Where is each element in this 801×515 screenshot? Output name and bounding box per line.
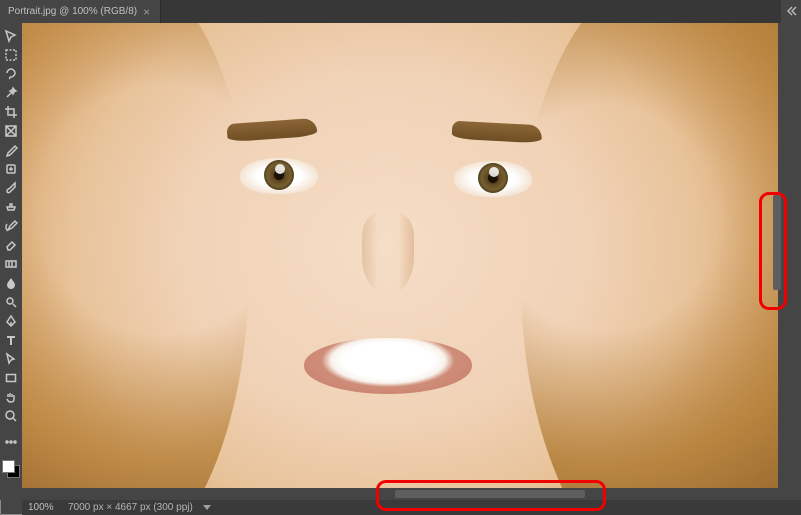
frame-tool[interactable] (2, 122, 20, 140)
eraser-tool[interactable] (2, 236, 20, 254)
type-tool[interactable] (2, 331, 20, 349)
rectangle-tool[interactable] (2, 369, 20, 387)
expand-panels-icon[interactable] (785, 5, 797, 17)
document-tab-portrait[interactable]: Portrait.jpg @ 100% (RGB/8) × (0, 0, 161, 23)
lasso-tool[interactable] (2, 65, 20, 83)
clone-stamp-tool[interactable] (2, 198, 20, 216)
document-info: 7000 px × 4667 px (300 ppj) (68, 502, 193, 513)
status-bar: 100% 7000 px × 4667 px (300 ppj) (22, 500, 801, 515)
history-brush-tool[interactable] (2, 217, 20, 235)
healing-brush-tool[interactable] (2, 160, 20, 178)
tab-title: Portrait.jpg @ 100% (RGB/8) (8, 6, 137, 17)
eyedropper-tool[interactable] (2, 141, 20, 159)
doc-info-menu-icon[interactable] (203, 505, 211, 510)
gradient-tool[interactable] (2, 255, 20, 273)
crop-tool[interactable] (2, 103, 20, 121)
pen-tool[interactable] (2, 312, 20, 330)
move-tool[interactable] (2, 27, 20, 45)
close-icon[interactable]: × (143, 6, 150, 18)
zoom-tool[interactable] (2, 407, 20, 425)
brush-tool[interactable] (2, 179, 20, 197)
hand-tool[interactable] (2, 388, 20, 406)
blur-tool[interactable] (2, 274, 20, 292)
tools-panel (0, 23, 22, 500)
vertical-scrollbar-thumb[interactable] (773, 195, 781, 290)
edit-toolbar-icon[interactable] (2, 433, 20, 451)
foreground-color-swatch[interactable] (2, 460, 15, 473)
horizontal-scrollbar-thumb[interactable] (395, 490, 585, 498)
collapsed-panels-strip (781, 0, 801, 515)
zoom-level-field[interactable]: 100% (28, 502, 60, 513)
document-tab-bar: Portrait.jpg @ 100% (RGB/8) × (0, 0, 801, 23)
magic-wand-tool[interactable] (2, 84, 20, 102)
canvas-image-portrait (22, 23, 778, 488)
color-swatches[interactable] (2, 460, 20, 478)
document-canvas[interactable] (22, 23, 778, 488)
marquee-tool[interactable] (2, 46, 20, 64)
dodge-tool[interactable] (2, 293, 20, 311)
path-select-tool[interactable] (2, 350, 20, 368)
